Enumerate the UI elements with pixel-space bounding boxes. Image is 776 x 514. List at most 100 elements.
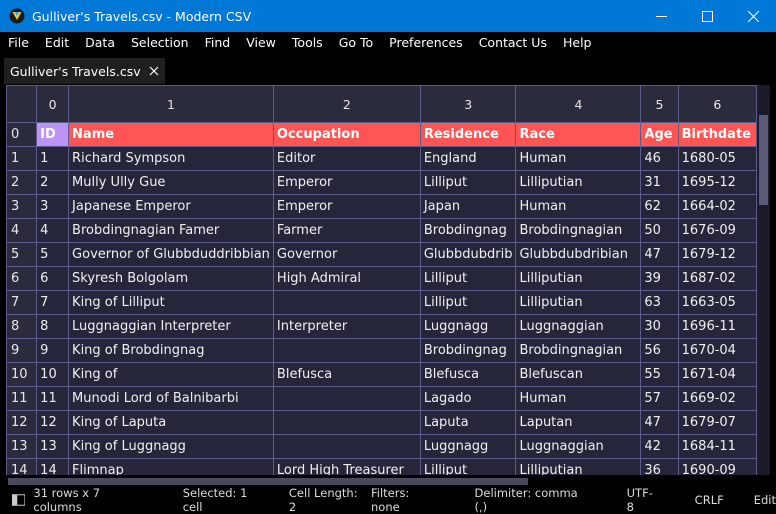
table-cell[interactable]: Lord High Treasurer [272, 458, 421, 475]
table-cell[interactable]: Japanese Emperor [68, 194, 274, 219]
table-cell[interactable]: Brobdingnag [419, 338, 517, 363]
table-cell[interactable]: 2 [36, 170, 70, 195]
table-cell[interactable]: 62 [640, 194, 679, 219]
table-cell[interactable]: Mully Ully Gue [68, 170, 274, 195]
table-cell[interactable]: Japan [419, 194, 517, 219]
table-cell[interactable]: 36 [640, 458, 679, 475]
close-icon[interactable] [149, 66, 159, 76]
table-cell[interactable]: 1670-04 [677, 338, 757, 363]
table-cell[interactable]: Lilliput [419, 170, 517, 195]
row-header[interactable]: 5 [6, 242, 38, 267]
column-header[interactable]: 3 [419, 85, 517, 123]
row-header[interactable]: 9 [6, 338, 38, 363]
column-header[interactable]: 0 [36, 85, 70, 123]
spreadsheet-grid[interactable]: 0 1 2 3 4 5 6 0 ID Name Occupation Residence Race Age… [6, 85, 757, 475]
row-header[interactable]: 13 [6, 434, 38, 459]
table-cell[interactable]: 39 [640, 266, 679, 291]
menu-view[interactable]: View [238, 32, 284, 54]
table-cell[interactable]: Luggnaggian [515, 314, 642, 339]
table-cell[interactable]: Lilliputian [515, 266, 642, 291]
table-cell[interactable]: 1669-02 [677, 386, 757, 411]
table-cell[interactable]: 30 [640, 314, 679, 339]
vertical-scroll-thumb[interactable] [759, 115, 768, 205]
table-cell[interactable]: Laputan [515, 410, 642, 435]
table-cell[interactable]: 42 [640, 434, 679, 459]
table-cell[interactable]: 1687-02 [677, 266, 757, 291]
table-cell[interactable]: Human [515, 194, 642, 219]
column-header[interactable]: 4 [515, 85, 642, 123]
maximize-button[interactable] [684, 0, 730, 32]
table-cell[interactable]: Human [515, 146, 642, 171]
status-encoding[interactable]: UTF-8 [627, 486, 659, 514]
corner-cell[interactable] [6, 85, 38, 123]
table-cell[interactable]: 1 [36, 146, 70, 171]
table-cell[interactable]: Brobdingnagian Famer [68, 218, 274, 243]
table-cell[interactable]: Farmer [272, 218, 421, 243]
table-cell[interactable]: England [419, 146, 517, 171]
table-cell[interactable]: Laputa [419, 410, 517, 435]
menu-data[interactable]: Data [77, 32, 123, 54]
table-cell[interactable]: Brobdingnagian [515, 338, 642, 363]
table-cell[interactable]: Age [640, 122, 679, 147]
row-header[interactable]: 8 [6, 314, 38, 339]
table-cell[interactable]: Blefuscan [515, 362, 642, 387]
table-cell[interactable]: 11 [36, 386, 70, 411]
table-cell[interactable]: King of Luggnagg [68, 434, 274, 459]
table-cell[interactable]: 10 [36, 362, 70, 387]
table-cell[interactable]: Emperor [272, 170, 421, 195]
menu-selection[interactable]: Selection [123, 32, 197, 54]
row-header[interactable]: 1 [6, 146, 38, 171]
table-cell[interactable]: Luggnagg [419, 434, 517, 459]
row-header[interactable]: 3 [6, 194, 38, 219]
vertical-scrollbar[interactable] [757, 85, 770, 475]
table-cell[interactable]: Race [515, 122, 642, 147]
table-cell[interactable]: Lilliputian [515, 458, 642, 475]
table-cell[interactable]: Glubbdubdribian [515, 242, 642, 267]
table-cell[interactable]: Lilliput [419, 266, 517, 291]
table-cell[interactable]: Richard Sympson [68, 146, 274, 171]
table-cell[interactable] [272, 386, 421, 411]
table-cell[interactable]: 46 [640, 146, 679, 171]
row-header[interactable]: 4 [6, 218, 38, 243]
table-cell[interactable]: High Admiral [272, 266, 421, 291]
table-cell[interactable]: 1676-09 [677, 218, 757, 243]
row-header[interactable]: 0 [6, 122, 38, 147]
row-header[interactable]: 2 [6, 170, 38, 195]
table-cell[interactable] [272, 410, 421, 435]
table-cell[interactable] [272, 434, 421, 459]
table-cell[interactable]: 1663-05 [677, 290, 757, 315]
table-cell[interactable]: 1684-11 [677, 434, 757, 459]
table-cell[interactable]: 6 [36, 266, 70, 291]
sidebar-toggle-icon[interactable] [12, 494, 26, 506]
table-cell[interactable]: Name [68, 122, 274, 147]
table-cell[interactable]: Lilliputian [515, 290, 642, 315]
table-cell[interactable]: Editor [272, 146, 421, 171]
table-cell[interactable]: 3 [36, 194, 70, 219]
table-cell[interactable]: 5 [36, 242, 70, 267]
table-cell[interactable]: 63 [640, 290, 679, 315]
table-cell[interactable]: 1679-12 [677, 242, 757, 267]
menu-find[interactable]: Find [197, 32, 239, 54]
menu-edit[interactable]: Edit [37, 32, 77, 54]
table-cell[interactable]: 1679-07 [677, 410, 757, 435]
table-cell[interactable]: Governor of Glubbduddribbian [68, 242, 274, 267]
table-cell[interactable]: Skyresh Bolgolam [68, 266, 274, 291]
table-cell[interactable]: Flimnap [68, 458, 274, 475]
status-delimiter[interactable]: Delimiter: comma (,) [475, 486, 589, 514]
table-cell[interactable]: Luggnagg [419, 314, 517, 339]
table-cell[interactable]: 57 [640, 386, 679, 411]
menu-go-to[interactable]: Go To [331, 32, 381, 54]
menu-help[interactable]: Help [555, 32, 600, 54]
table-cell[interactable]: 47 [640, 242, 679, 267]
table-cell[interactable]: King of Lilliput [68, 290, 274, 315]
table-cell[interactable]: 4 [36, 218, 70, 243]
table-cell[interactable]: Luggnaggian [515, 434, 642, 459]
table-cell[interactable]: 1690-09 [677, 458, 757, 475]
table-cell[interactable]: 12 [36, 410, 70, 435]
row-header[interactable]: 14 [6, 458, 38, 475]
table-cell[interactable]: 50 [640, 218, 679, 243]
table-cell[interactable] [272, 338, 421, 363]
table-cell[interactable]: King of Brobdingnag [68, 338, 274, 363]
table-cell[interactable]: Human [515, 386, 642, 411]
table-cell[interactable]: Lilliput [419, 458, 517, 475]
